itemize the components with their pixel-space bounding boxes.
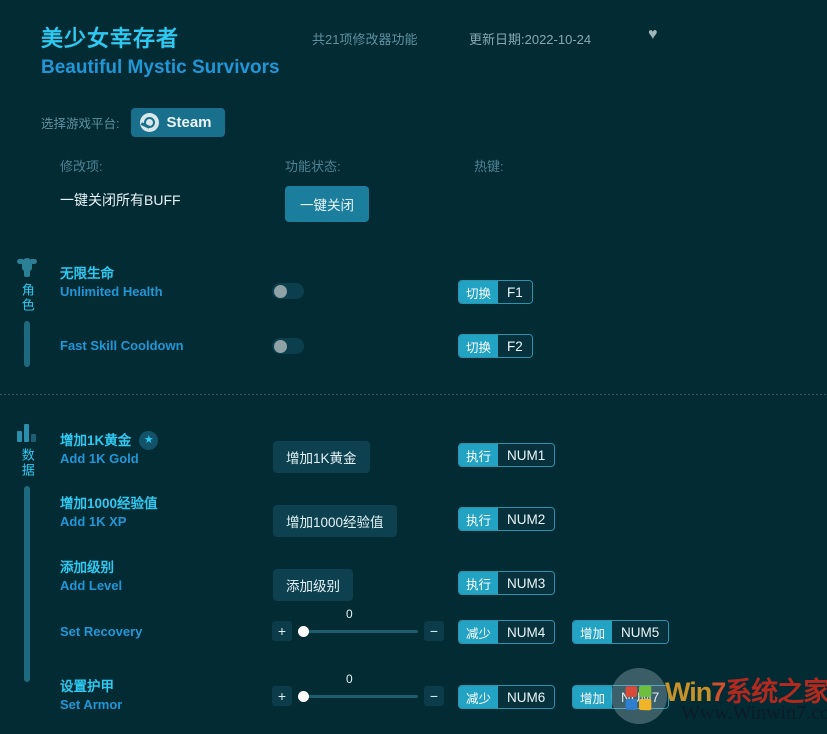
cheat-name-english: Fast Skill Cooldown	[60, 337, 260, 355]
hotkey-key-label: NUM6	[498, 686, 554, 708]
game-title-chinese: 美少女幸存者	[41, 21, 179, 53]
cheat-names: 设置护甲 Set Armor	[60, 678, 260, 714]
hotkey-button[interactable]: 执行 NUM1	[458, 443, 555, 467]
cheat-names: 无限生命 Unlimited Health	[60, 265, 260, 301]
slider-decrease-icon[interactable]: −	[424, 686, 444, 706]
cheat-name-english: Unlimited Health	[60, 283, 260, 301]
cheat-name-english: Add 1K Gold	[60, 450, 260, 468]
cheat-names: 添加级别 Add Level	[60, 559, 260, 595]
column-header-hotkey: 热键:	[474, 156, 504, 175]
cheat-names: 增加1K黄金 ★ Add 1K Gold	[60, 431, 260, 468]
cheat-name-english: Add Level	[60, 577, 260, 595]
global-disable-button[interactable]: 一键关闭	[285, 186, 369, 222]
slider-increase-icon[interactable]: +	[272, 686, 292, 706]
hotkey-action-label: 增加	[573, 686, 612, 708]
hotkey-action-label: 执行	[459, 572, 498, 594]
platform-select-label: 选择游戏平台:	[41, 113, 119, 132]
toggle-knob	[274, 285, 287, 298]
slider-knob[interactable]	[298, 691, 309, 702]
global-disable-label: 一键关闭所有BUFF	[60, 190, 181, 210]
hotkey-key-label: NUM7	[612, 686, 668, 708]
hotkey-action-label: 减少	[459, 686, 498, 708]
platform-steam-label: Steam	[166, 114, 211, 131]
cheat-row: Fast Skill Cooldown 切换 F2	[0, 337, 827, 387]
hotkey-action-label: 切换	[459, 335, 498, 357]
favorite-heart-icon[interactable]: ♥	[648, 27, 658, 43]
modifier-app-window: 美少女幸存者 Beautiful Mystic Survivors 共21项修改…	[0, 0, 827, 734]
cheat-row: 无限生命 Unlimited Health 切换 F1	[0, 265, 827, 315]
cheat-names: Set Recovery	[60, 623, 260, 641]
slider-knob[interactable]	[298, 626, 309, 637]
hotkey-key-label: F1	[498, 281, 532, 303]
cheat-row: 设置护甲 Set Armor + 0 − 减少 NUM6 增加 NUM7	[0, 678, 827, 728]
value-slider-control: + 0 −	[272, 686, 444, 706]
update-date-label: 更新日期:2022-10-24	[469, 29, 591, 48]
game-title-english: Beautiful Mystic Survivors	[41, 57, 280, 79]
section-divider	[0, 394, 827, 395]
cheat-action-button[interactable]: 增加1K黄金	[273, 441, 370, 473]
cheat-name-english: Set Armor	[60, 696, 260, 714]
platform-steam-button[interactable]: Steam	[131, 108, 224, 137]
cheat-toggle-switch[interactable]	[272, 338, 304, 354]
cheat-action-button[interactable]: 增加1000经验值	[273, 505, 397, 537]
hotkey-button[interactable]: 切换 F1	[458, 280, 533, 304]
hotkey-button-increase[interactable]: 增加 NUM7	[572, 685, 669, 709]
toggle-knob	[274, 340, 287, 353]
hotkey-key-label: NUM4	[498, 621, 554, 643]
app-header: 美少女幸存者 Beautiful Mystic Survivors 共21项修改…	[0, 0, 827, 96]
cheat-name-english: Set Recovery	[60, 623, 260, 641]
hotkey-key-label: F2	[498, 335, 532, 357]
hotkey-key-label: NUM3	[498, 572, 554, 594]
column-headers: 修改项: 功能状态: 热键:	[0, 156, 827, 176]
slider-track	[298, 695, 418, 698]
cheat-names: 增加1000经验值 Add 1K XP	[60, 495, 260, 531]
feature-count-label: 共21项修改器功能	[312, 29, 417, 48]
hotkey-key-label: NUM2	[498, 508, 554, 530]
star-icon[interactable]: ★	[139, 431, 158, 450]
value-slider-control: + 0 −	[272, 621, 444, 641]
hotkey-action-label: 切换	[459, 281, 498, 303]
hotkey-button[interactable]: 执行 NUM2	[458, 507, 555, 531]
cheat-action-button[interactable]: 添加级别	[273, 569, 353, 601]
platform-selector-row: 选择游戏平台: Steam	[41, 108, 225, 137]
cheat-row: 增加1000经验值 Add 1K XP 增加1000经验值 执行 NUM2	[0, 495, 827, 545]
global-disable-row: 一键关闭所有BUFF 一键关闭	[0, 186, 827, 218]
slider-decrease-icon[interactable]: −	[424, 621, 444, 641]
hotkey-button-increase[interactable]: 增加 NUM5	[572, 620, 669, 644]
cheat-row: 增加1K黄金 ★ Add 1K Gold 增加1K黄金 执行 NUM1	[0, 431, 827, 481]
hotkey-action-label: 减少	[459, 621, 498, 643]
steam-icon	[140, 113, 159, 132]
slider-track-box[interactable]: 0	[298, 621, 418, 641]
cheat-name-chinese: 设置护甲	[60, 678, 260, 696]
cheat-name-english: Add 1K XP	[60, 513, 260, 531]
hotkey-button[interactable]: 执行 NUM3	[458, 571, 555, 595]
hotkey-button[interactable]: 切换 F2	[458, 334, 533, 358]
slider-increase-icon[interactable]: +	[272, 621, 292, 641]
hotkey-action-label: 执行	[459, 444, 498, 466]
cheat-name-chinese: 增加1K黄金	[60, 432, 131, 450]
slider-value: 0	[346, 672, 353, 686]
hotkey-action-label: 执行	[459, 508, 498, 530]
cheat-name-chinese: 增加1000经验值	[60, 495, 260, 513]
cheat-toggle-switch[interactable]	[272, 283, 304, 299]
cheat-name-chinese: 添加级别	[60, 559, 260, 577]
hotkey-key-label: NUM1	[498, 444, 554, 466]
cheat-name-chinese: 无限生命	[60, 265, 114, 283]
hotkey-button-decrease[interactable]: 减少 NUM6	[458, 685, 555, 709]
hotkey-action-label: 增加	[573, 621, 612, 643]
column-header-option: 修改项:	[60, 156, 103, 175]
slider-track	[298, 630, 418, 633]
column-header-status: 功能状态:	[285, 156, 341, 175]
hotkey-key-label: NUM5	[612, 621, 668, 643]
cheat-names: Fast Skill Cooldown	[60, 337, 260, 355]
slider-value: 0	[346, 607, 353, 621]
hotkey-button-decrease[interactable]: 减少 NUM4	[458, 620, 555, 644]
slider-track-box[interactable]: 0	[298, 686, 418, 706]
cheat-row: 添加级别 Add Level 添加级别 执行 NUM3	[0, 559, 827, 609]
cheat-row: Set Recovery + 0 − 减少 NUM4 增加 NUM5	[0, 623, 827, 673]
